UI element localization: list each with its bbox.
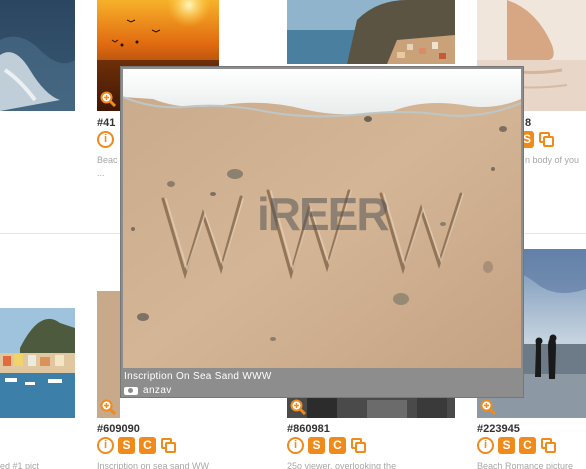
info-icon[interactable]: i [477,437,494,454]
info-icon[interactable]: i [97,437,114,454]
item-id: #41 [97,117,116,129]
preview-caption: Inscription On Sea Sand WWW [124,371,272,382]
item-actions: S [520,131,555,148]
thumbnail-beach-waves[interactable] [0,0,75,111]
item-actions: i S C [97,437,177,454]
item-id: 8 [525,117,532,129]
zoom-icon[interactable] [100,91,117,108]
item-id: #860981 [287,423,330,435]
item-description: Beac [97,155,118,165]
zoom-icon[interactable] [480,399,497,416]
item-description: Inscription on sea sand WW [97,461,210,469]
s-icon[interactable]: S [498,437,515,454]
item-actions: i S C [477,437,557,454]
zoom-icon[interactable] [290,399,307,416]
item-description: 25o viewer, overlooking the [287,461,397,469]
c-icon[interactable]: C [519,437,536,454]
thumbnail-harbor-town[interactable] [0,308,75,418]
info-icon[interactable]: i [287,437,304,454]
item-actions: i [97,131,114,148]
item-id: #223945 [477,423,520,435]
copy-icon[interactable] [540,437,557,454]
item-description-more: ... [97,168,105,178]
copy-icon[interactable] [160,437,177,454]
c-icon[interactable]: C [329,437,346,454]
copy-icon[interactable] [350,437,367,454]
c-icon[interactable]: C [139,437,156,454]
item-description: Beach Romance picture [477,461,574,469]
preview-author[interactable]: anzav [143,385,172,396]
preview-image: iREER [123,69,521,368]
row-divider [525,233,586,234]
copy-icon[interactable] [538,131,555,148]
item-description: n body of you [525,155,580,165]
s-icon[interactable]: S [308,437,325,454]
item-id: #609090 [97,423,140,435]
item-description: ed #1 pict [0,461,40,469]
item-actions: i S C [287,437,367,454]
camera-icon [124,387,138,395]
row-divider [0,233,120,234]
thumbnail-overlook[interactable] [287,398,455,418]
image-preview-popup: iREER Inscription On Sea Sand WWW anzav [120,66,524,398]
watermark: iREER [257,188,390,240]
zoom-icon[interactable] [100,399,117,416]
s-icon[interactable]: S [118,437,135,454]
thumbnail-coastal-town[interactable] [287,0,455,64]
info-icon[interactable]: i [97,131,114,148]
